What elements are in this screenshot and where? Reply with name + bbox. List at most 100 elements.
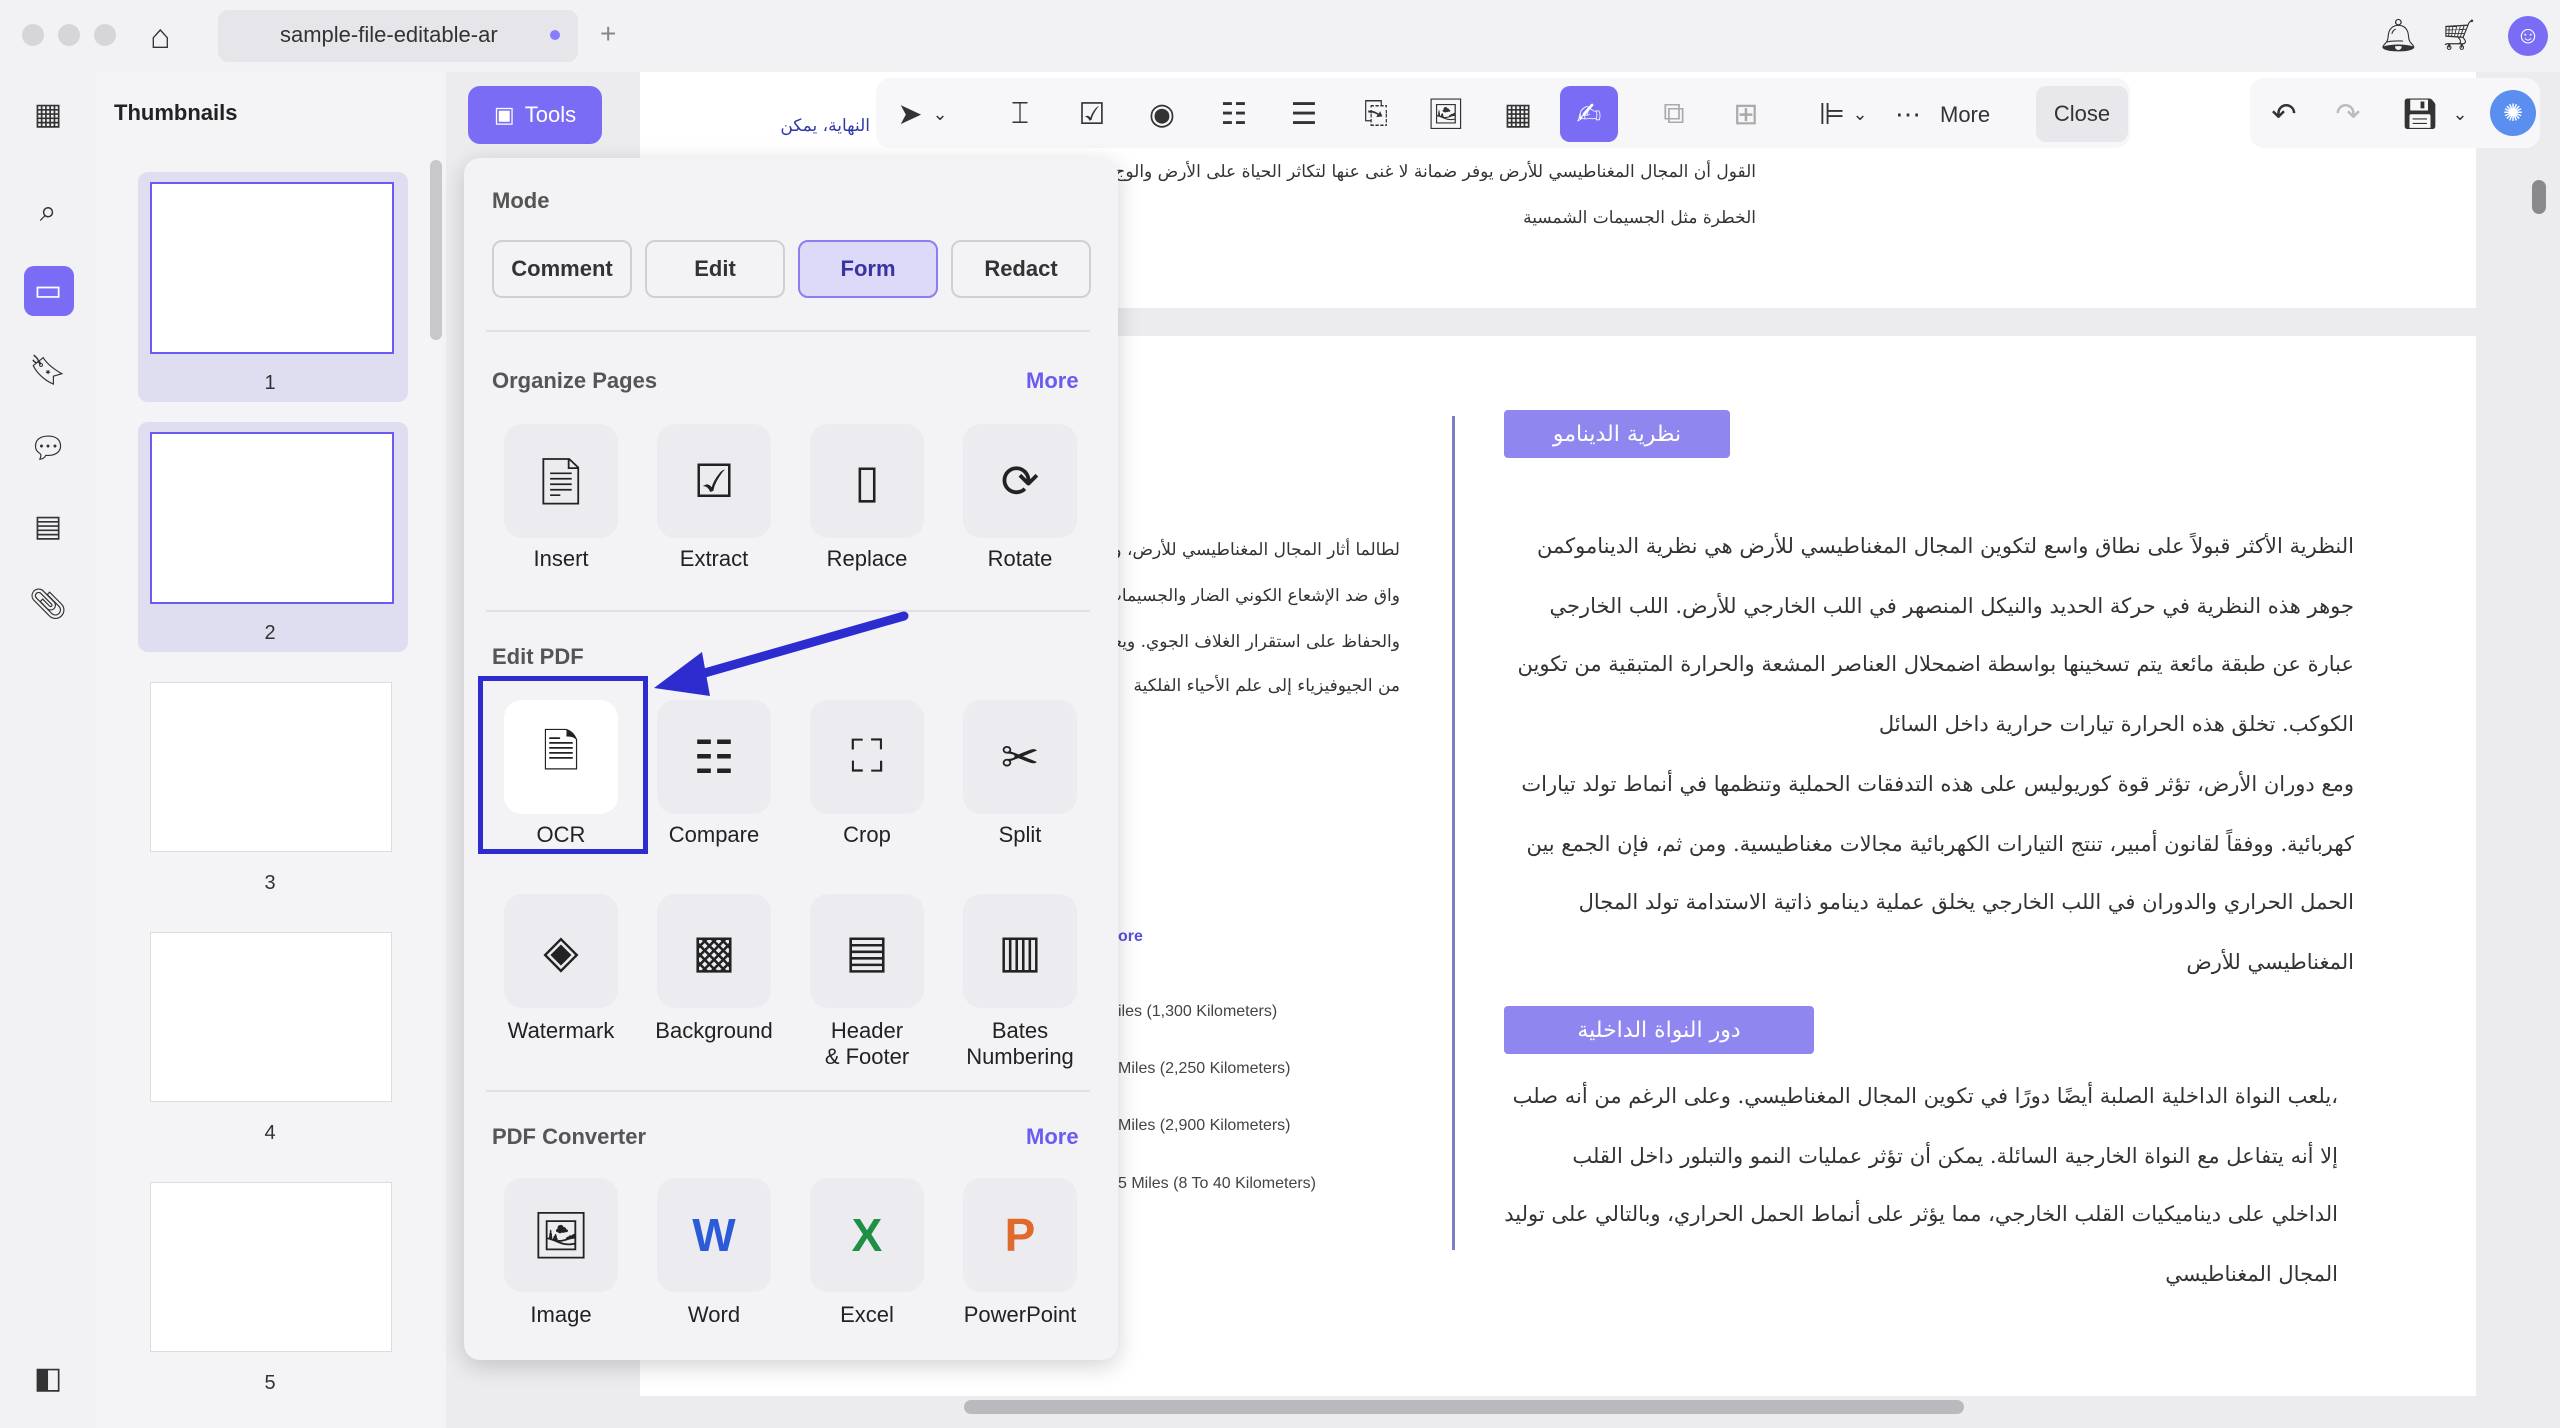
background-icon[interactable]: ▩ (657, 894, 771, 1008)
combo-box-icon[interactable]: ☷ (1212, 92, 1256, 136)
grid-arrange-icon[interactable]: ⊞ (1724, 92, 1768, 136)
powerpoint-icon[interactable]: P (963, 1178, 1077, 1292)
split-label[interactable]: Split (945, 822, 1095, 848)
word-label[interactable]: Word (639, 1302, 789, 1328)
word-icon[interactable]: W (657, 1178, 771, 1292)
page-thumbnail-3[interactable] (150, 682, 392, 852)
checkbox-icon[interactable]: ☑ (1070, 92, 1114, 136)
more-dots-icon[interactable]: ⋯ (1895, 92, 1921, 136)
mode-edit-button[interactable]: Edit (645, 240, 785, 298)
column-divider (1452, 416, 1455, 1250)
doc-more-link[interactable]: ore (1118, 928, 1143, 946)
horizontal-scrollbar[interactable] (964, 1400, 1964, 1414)
doc-left-line: من الجيوفيزياء إلى علم الأحياء الفلكية (1133, 676, 1400, 696)
crop-label[interactable]: Crop (792, 822, 942, 848)
mode-redact-button[interactable]: Redact (951, 240, 1091, 298)
close-window-button[interactable] (22, 24, 44, 46)
chevron-down-icon[interactable]: ⌄ (1848, 92, 1872, 136)
insert-icon[interactable]: 📄︎ (504, 424, 618, 538)
tools-icon: ▣ (493, 102, 515, 127)
thumbnail-scrollbar[interactable] (430, 160, 442, 340)
extract-icon[interactable]: ☑ (657, 424, 771, 538)
mode-comment-button[interactable]: Comment (492, 240, 632, 298)
compare-label[interactable]: Compare (639, 822, 789, 848)
doc-text-small: النهاية، يمكن (780, 116, 870, 136)
vertical-scrollbar[interactable] (2532, 180, 2546, 214)
attachment-icon[interactable]: 📎︎ (26, 582, 70, 626)
mode-form-button[interactable]: Form (798, 240, 938, 298)
pdf-converter-title: PDF Converter (492, 1124, 647, 1149)
page-thumbnail-4[interactable] (150, 932, 392, 1102)
image-label[interactable]: Image (486, 1302, 636, 1328)
replace-icon[interactable]: ▯ (810, 424, 924, 538)
excel-label[interactable]: Excel (792, 1302, 942, 1328)
document-icon[interactable]: ▤ (26, 504, 70, 548)
insert-label[interactable]: Insert (486, 546, 636, 572)
extract-label[interactable]: Extract (639, 546, 789, 572)
tools-button[interactable]: ▣ Tools (468, 86, 602, 144)
split-icon[interactable]: ✂ (963, 700, 1077, 814)
chevron-down-icon[interactable]: ⌄ (2448, 92, 2472, 136)
powerpoint-label[interactable]: PowerPoint (945, 1302, 1095, 1328)
doc-paragraph-line: النظرية الأكثر قبولاً على نطاق واسع لتكو… (1536, 534, 2354, 558)
radio-button-icon[interactable]: ◉ (1140, 92, 1184, 136)
doc-paragraph-line: ،يلعب النواة الداخلية الصلبة أيضًا دورًا… (1512, 1084, 2338, 1108)
pointer-select-icon[interactable]: ➤ (888, 92, 932, 136)
user-avatar[interactable]: ☺ (2508, 16, 2548, 56)
close-button[interactable]: Close (2036, 86, 2128, 142)
more-button[interactable]: More (1940, 102, 1990, 128)
watermark-label[interactable]: Watermark (486, 1018, 636, 1044)
cart-icon[interactable]: 🛒︎ (2440, 18, 2478, 53)
zoom-window-button[interactable] (94, 24, 116, 46)
layers-icon[interactable]: ◧ (26, 1356, 70, 1400)
image-field-icon[interactable]: 🖼︎ (1424, 92, 1468, 136)
page-number: 4 (264, 1122, 276, 1144)
replace-label[interactable]: Replace (792, 546, 942, 572)
crop-icon[interactable]: ⛶ (810, 700, 924, 814)
doc-left-line: لطالما أثار المجال المغناطيسي للأرض، وه (1104, 540, 1400, 560)
doc-text-line: الخطرة مثل الجسيمات الشمسية (1523, 208, 1756, 228)
page-thumbnail-5[interactable] (150, 1182, 392, 1352)
signature-field-icon[interactable]: ✍︎ (1560, 86, 1618, 142)
header-footer-label[interactable]: Header & Footer (792, 1018, 942, 1070)
doc-miles-text: 5 Miles (8 To 40 Kilometers) (1118, 1175, 1316, 1192)
doc-text-line: القول أن المجال المغناطيسي للأرض يوفر ضم… (1114, 162, 1756, 182)
notification-bell-icon[interactable]: 🔔︎ (2378, 16, 2419, 54)
thumbnails-page-icon[interactable]: ▭ (26, 268, 70, 312)
ai-assistant-icon[interactable]: ✺ (2490, 90, 2536, 136)
redo-icon[interactable]: ↷ (2326, 92, 2370, 136)
image-convert-icon[interactable]: 🖼︎ (504, 1178, 618, 1292)
bookmark-icon[interactable]: 🔖︎ (26, 348, 70, 392)
bates-numbering-label[interactable]: Bates Numbering (945, 1018, 1095, 1070)
list-box-icon[interactable]: ☰ (1282, 92, 1326, 136)
rotate-icon[interactable]: ⟳ (963, 424, 1077, 538)
button-field-icon[interactable]: ⎘ (1354, 92, 1398, 136)
background-label[interactable]: Background (639, 1018, 789, 1044)
bates-numbering-icon[interactable]: ▥ (963, 894, 1077, 1008)
page-number: 1 (264, 372, 276, 394)
watermark-icon[interactable]: ◈ (504, 894, 618, 1008)
duplicate-icon[interactable]: ⧉ (1652, 92, 1696, 136)
page-thumbnail-2[interactable] (150, 432, 394, 604)
text-field-icon[interactable]: ⌶ (998, 92, 1042, 136)
home-icon[interactable]: ⌂ (150, 18, 171, 57)
doc-miles-text: Miles (2,900 Kilometers) (1118, 1117, 1291, 1134)
undo-icon[interactable]: ↶ (2262, 92, 2306, 136)
apps-grid-icon[interactable]: ▦ (26, 92, 70, 136)
doc-paragraph-line: عبارة عن طبقة مائعة يتم تسخينها بواسطة ا… (1517, 652, 2354, 676)
minimize-window-button[interactable] (58, 24, 80, 46)
excel-icon[interactable]: X (810, 1178, 924, 1292)
chevron-down-icon[interactable]: ⌄ (928, 92, 952, 136)
section-heading: دور النواة الداخلية (1504, 1006, 1814, 1054)
new-tab-icon[interactable]: + (600, 18, 616, 50)
rotate-label[interactable]: Rotate (945, 546, 1095, 572)
converter-more-link[interactable]: More (1026, 1124, 1079, 1150)
header-footer-icon[interactable]: ▤ (810, 894, 924, 1008)
comment-icon[interactable]: 💬︎ (26, 426, 70, 470)
search-icon[interactable]: ⌕ (26, 190, 70, 234)
compare-icon[interactable]: ☷ (657, 700, 771, 814)
date-field-icon[interactable]: ▦ (1496, 92, 1540, 136)
organize-more-link[interactable]: More (1026, 368, 1079, 394)
page-thumbnail-1[interactable] (150, 182, 394, 354)
save-icon[interactable]: 💾︎ (2398, 92, 2442, 136)
